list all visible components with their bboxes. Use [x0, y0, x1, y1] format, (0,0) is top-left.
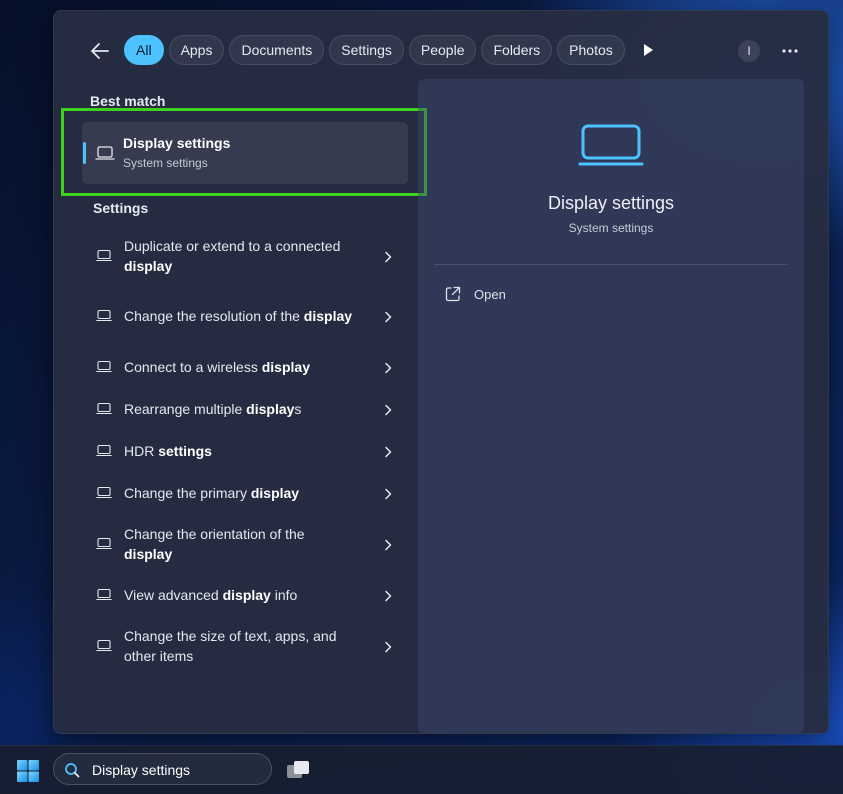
more-options-icon[interactable] [778, 39, 802, 63]
back-arrow-icon[interactable] [88, 39, 112, 63]
settings-results-list: Duplicate or extend to a connected displ… [82, 226, 402, 676]
label-match-highlight: settings [158, 443, 212, 459]
search-filter-bar: All Apps Documents Settings People Folders Pho… [88, 35, 808, 67]
settings-result-item[interactable]: Change the resolution of the display [82, 286, 402, 346]
settings-result-label: Connect to a wireless display [124, 357, 354, 377]
settings-heading: Settings [93, 200, 149, 216]
laptop-large-icon [578, 124, 644, 166]
taskbar-search-input[interactable] [90, 758, 264, 782]
settings-result-label: Change the primary display [124, 483, 354, 503]
best-match-subtitle: System settings [123, 156, 208, 170]
filter-chip-people[interactable]: People [408, 35, 477, 65]
label-match-highlight: display [124, 546, 173, 562]
preview-divider [434, 264, 788, 265]
settings-result-label: Change the orientation of the display [124, 524, 354, 564]
label-text: Connect to a wireless [124, 359, 262, 375]
filter-chips: All Apps Documents Settings People Folders Pho… [124, 35, 625, 65]
label-match-highlight: display [124, 258, 173, 274]
laptop-icon [96, 360, 112, 378]
laptop-icon [96, 309, 112, 327]
label-text: Change the primary [124, 485, 251, 501]
windows-start-icon[interactable] [16, 759, 40, 783]
settings-result-item[interactable]: Change the primary display [82, 472, 402, 514]
settings-result-item[interactable]: Duplicate or extend to a connected displ… [82, 226, 402, 286]
selection-accent [83, 142, 86, 164]
settings-result-label: HDR settings [124, 441, 354, 461]
label-match-highlight: display [250, 485, 300, 501]
settings-result-label: View advanced display info [124, 585, 354, 605]
settings-result-item[interactable]: View advanced display info [82, 574, 402, 616]
laptop-icon [96, 486, 112, 504]
label-text: s [294, 401, 302, 417]
laptop-icon [96, 537, 112, 555]
label-text: Rearrange multiple [124, 401, 247, 417]
filter-chip-settings[interactable]: Settings [329, 35, 404, 65]
chevron-right-icon[interactable] [384, 361, 392, 379]
settings-result-item[interactable]: Connect to a wireless display [82, 346, 402, 388]
laptop-icon [96, 444, 112, 462]
label-text: info [270, 587, 298, 603]
open-external-icon [445, 286, 461, 302]
settings-result-label: Change the resolution of the display [124, 306, 354, 326]
best-match-result[interactable]: Display settings System settings [82, 122, 408, 184]
search-icon [65, 763, 80, 778]
filter-chip-all[interactable]: All [124, 35, 164, 65]
chevron-right-icon[interactable] [384, 445, 392, 463]
label-text: View advanced [124, 587, 223, 603]
label-match-highlight: display [261, 359, 310, 375]
settings-result-item[interactable]: Change the orientation of the display [82, 514, 402, 574]
chevron-right-icon[interactable] [384, 640, 392, 658]
label-text: HDR [124, 443, 159, 459]
label-text: Change the orientation of the [124, 526, 305, 542]
label-text: Duplicate or extend to a connected [124, 238, 341, 254]
chevron-right-icon[interactable] [384, 487, 392, 505]
chevron-right-icon[interactable] [384, 589, 392, 607]
label-match-highlight: display [222, 587, 271, 603]
label-text: Change the resolution of the [124, 308, 304, 324]
chevron-right-icon[interactable] [384, 403, 392, 421]
filter-chip-photos[interactable]: Photos [557, 35, 625, 65]
open-action-label: Open [474, 287, 506, 302]
laptop-icon [96, 588, 112, 606]
laptop-icon [95, 146, 115, 160]
settings-result-label: Rearrange multiple displays [124, 399, 354, 419]
taskbar-search-box[interactable] [53, 753, 272, 785]
laptop-icon [96, 402, 112, 420]
preview-pane: Display settings System settings Open [418, 79, 804, 733]
label-match-highlight: display [303, 308, 353, 324]
label-text: Change the size of text, apps, and other… [124, 628, 337, 664]
filter-chip-folders[interactable]: Folders [481, 35, 553, 65]
settings-result-label: Change the size of text, apps, and other… [124, 626, 354, 666]
chevron-right-icon[interactable] [384, 538, 392, 556]
preview-title: Display settings [547, 193, 675, 213]
filter-chip-documents[interactable]: Documents [229, 35, 325, 65]
chevron-right-icon[interactable] [384, 250, 392, 268]
taskbar [0, 745, 843, 794]
laptop-icon [96, 249, 112, 267]
best-match-title: Display settings [123, 135, 231, 151]
settings-result-item[interactable]: Rearrange multiple displays [82, 388, 402, 430]
search-panel: All Apps Documents Settings People Folders Pho… [53, 10, 829, 734]
filter-chip-apps[interactable]: Apps [168, 35, 225, 65]
task-view-icon[interactable] [285, 758, 311, 782]
label-match-highlight: display [246, 401, 295, 417]
laptop-icon [96, 639, 112, 657]
preview-subtitle: System settings [568, 221, 654, 235]
settings-result-item[interactable]: Change the size of text, apps, and other… [82, 616, 402, 676]
settings-result-label: Duplicate or extend to a connected displ… [124, 236, 354, 276]
user-avatar[interactable]: I [738, 40, 760, 62]
chevron-right-icon[interactable] [384, 310, 392, 328]
settings-result-item[interactable]: HDR settings [82, 430, 402, 472]
best-match-heading: Best match [90, 93, 166, 109]
play-more-filters-icon[interactable] [639, 41, 657, 59]
